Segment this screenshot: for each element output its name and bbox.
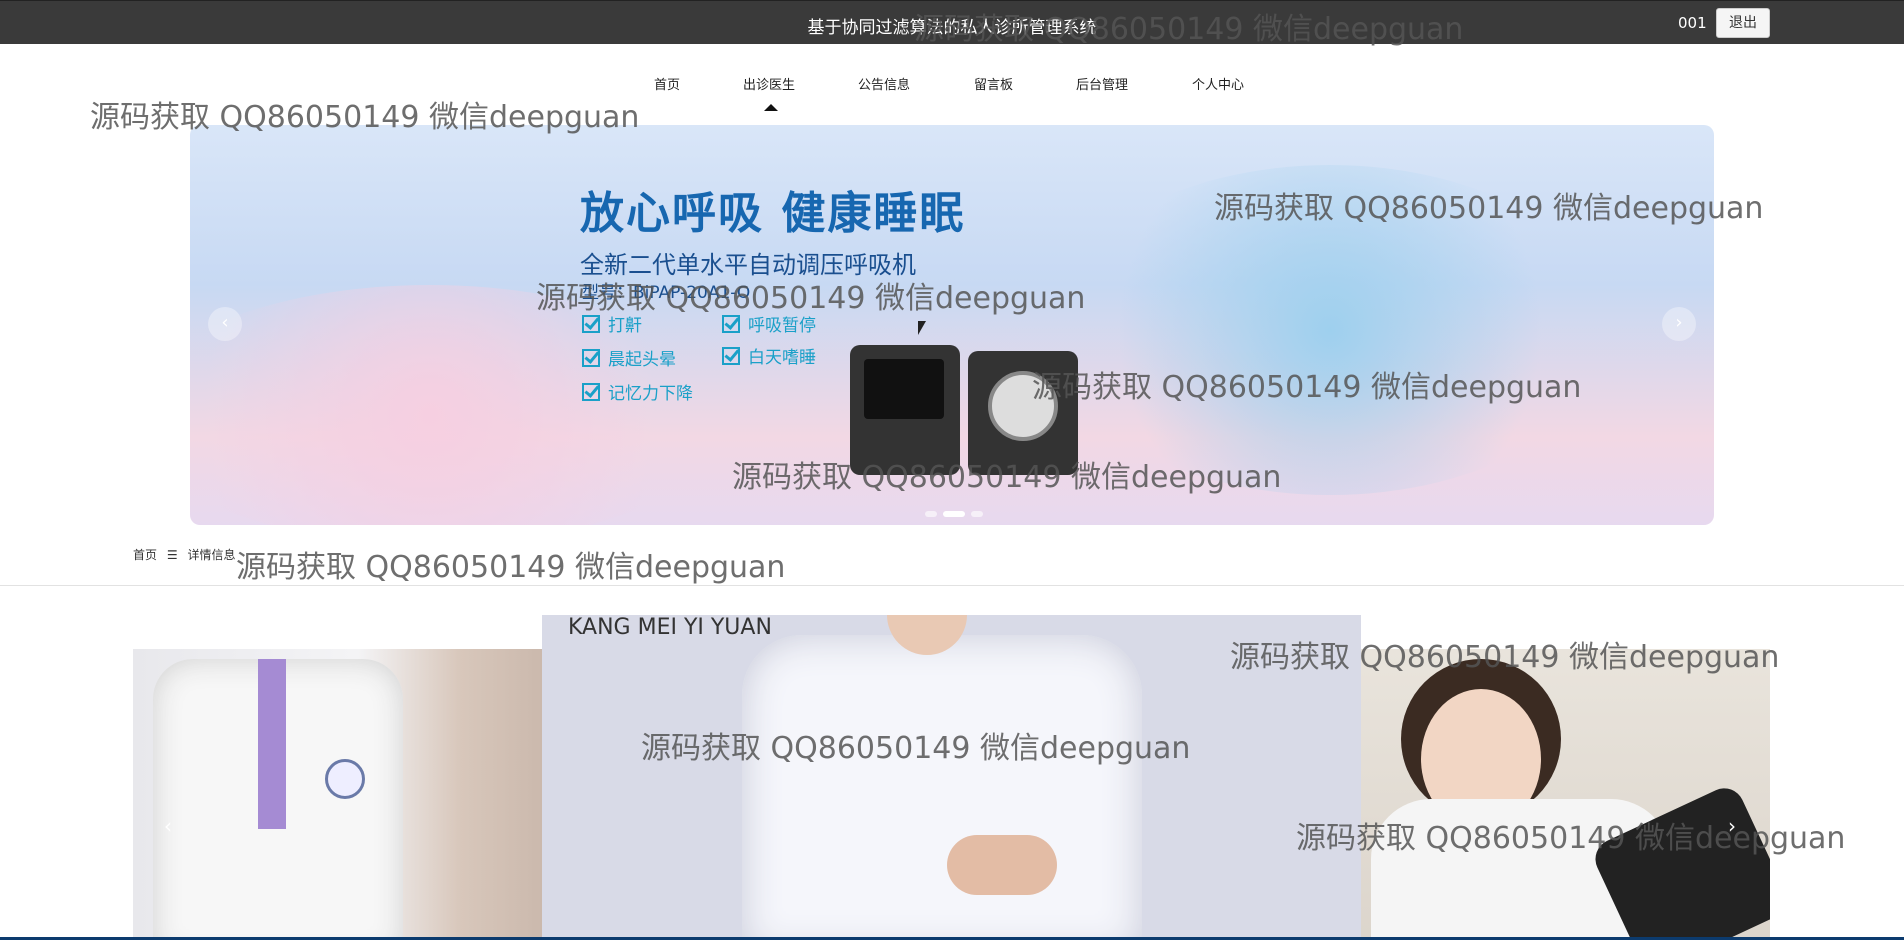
banner-feature: 白天嗜睡 — [722, 343, 816, 368]
photo-content — [325, 759, 365, 799]
breadcrumb-home[interactable]: 首页 — [133, 548, 157, 562]
doctor-photo[interactable]: KANG MEI YI YUAN — [542, 615, 1361, 940]
active-nav-caret-icon — [764, 104, 778, 111]
ventilator-device-image — [850, 345, 960, 475]
gallery-next-button[interactable]: › — [1717, 811, 1747, 841]
ventilator-device-image — [968, 351, 1078, 475]
banner-feature: 记忆力下降 — [582, 379, 693, 404]
device-screen — [864, 359, 944, 419]
feature-label: 打鼾 — [608, 316, 642, 336]
feature-label: 晨起头晕 — [608, 350, 676, 370]
banner-decoration — [190, 285, 730, 525]
doctor-photo[interactable] — [1361, 649, 1770, 940]
banner-indicator-dot[interactable] — [971, 511, 983, 517]
banner-decoration — [1050, 165, 1610, 495]
banner-feature: 晨起头晕 — [582, 345, 676, 370]
banner-indicator-dot[interactable] — [943, 511, 965, 517]
feature-label: 记忆力下降 — [608, 384, 693, 404]
banner-carousel[interactable]: 放心呼吸 健康睡眠 全新二代单水平自动调压呼吸机 型号：BiPAP-20A1-O… — [190, 125, 1714, 525]
watermark: 源码获取 QQ86050149 微信deepguan — [236, 550, 786, 585]
banner-subline: 全新二代单水平自动调压呼吸机 — [580, 251, 916, 279]
site-title: 基于协同过滤算法的私人诊所管理系统 — [807, 18, 1097, 38]
device-dial — [988, 371, 1058, 441]
nav-item-home[interactable]: 首页 — [654, 74, 680, 93]
nav-item-doctors[interactable]: 出诊医生 — [743, 74, 795, 93]
banner-next-button[interactable]: › — [1662, 307, 1696, 341]
checkbox-icon — [582, 383, 600, 401]
banner-headline: 放心呼吸 健康睡眠 — [580, 188, 966, 239]
nav-item-profile[interactable]: 个人中心 — [1192, 74, 1244, 93]
section-divider — [0, 585, 1904, 586]
checkbox-icon — [582, 349, 600, 367]
feature-label: 呼吸暂停 — [748, 316, 816, 336]
nav-item-message-board[interactable]: 留言板 — [974, 74, 1013, 93]
photo-caption: KANG MEI YI YUAN — [568, 615, 772, 640]
banner-model: 型号：BiPAP-20A1-O — [582, 283, 751, 303]
main-nav: 首页 出诊医生 公告信息 留言板 后台管理 个人中心 — [0, 74, 1904, 98]
breadcrumb: 首页 ☰ 详情信息 — [133, 546, 241, 563]
logout-button[interactable]: 退出 — [1716, 8, 1770, 38]
banner-feature: 打鼾 — [582, 311, 642, 336]
photo-content — [947, 835, 1057, 895]
banner-indicators — [922, 502, 986, 521]
checkbox-icon — [722, 315, 740, 333]
nav-item-announcements[interactable]: 公告信息 — [858, 74, 910, 93]
banner-feature: 呼吸暂停 — [722, 311, 816, 336]
banner-prev-button[interactable]: ‹ — [208, 307, 242, 341]
breadcrumb-separator-icon: ☰ — [166, 548, 178, 562]
doctor-gallery[interactable]: KANG MEI YI YUAN ‹ › — [133, 615, 1770, 940]
checkbox-icon — [722, 347, 740, 365]
photo-content — [742, 635, 1142, 940]
checkbox-icon — [582, 315, 600, 333]
banner-indicator-dot[interactable] — [925, 511, 937, 517]
gallery-prev-button[interactable]: ‹ — [153, 811, 183, 841]
breadcrumb-current: 详情信息 — [187, 548, 236, 562]
feature-label: 白天嗜睡 — [748, 348, 816, 368]
mouse-cursor-icon — [918, 321, 926, 335]
top-bar: 基于协同过滤算法的私人诊所管理系统 001 退出 — [0, 0, 1904, 44]
photo-content — [258, 659, 286, 829]
username-label[interactable]: 001 — [1678, 14, 1707, 32]
nav-item-admin[interactable]: 后台管理 — [1076, 74, 1128, 93]
doctor-photo[interactable] — [133, 649, 542, 940]
